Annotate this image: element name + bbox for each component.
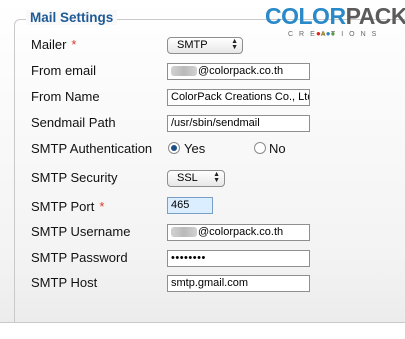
sendmail-path-label: Sendmail Path <box>31 115 116 130</box>
fieldset-legend: Mail Settings <box>26 10 118 25</box>
smtp-security-select-value: SSL <box>177 172 198 184</box>
smtp-auth-yes-radio[interactable] <box>168 142 180 154</box>
smtp-security-select[interactable]: SSL ▲ ▼ <box>167 170 225 187</box>
colorpack-logo: COLORPACK ●●●● CREATIONS <box>265 3 405 41</box>
smtp-auth-yes-label: Yes <box>184 141 206 156</box>
mailer-select[interactable]: SMTP ▲ ▼ <box>167 37 243 54</box>
smtp-host-label: SMTP Host <box>31 275 98 290</box>
logo-subtitle: CREATIONS <box>288 31 383 38</box>
logo-word-color: COLOR <box>265 3 346 29</box>
select-arrows-icon: ▲ ▼ <box>231 38 238 51</box>
smtp-port-input[interactable]: 465 <box>167 197 213 214</box>
mailer-select-value: SMTP <box>177 39 208 51</box>
smtp-security-label: SMTP Security <box>31 170 118 185</box>
required-mark: * <box>99 199 105 214</box>
from-email-input[interactable]: @colorpack.co.th <box>167 63 310 80</box>
panel-footer-divider <box>0 322 405 339</box>
smtp-auth-no-radio[interactable] <box>254 142 266 154</box>
smtp-password-label: SMTP Password <box>31 250 128 265</box>
smtp-auth-no-label: No <box>269 141 286 156</box>
select-arrows-icon: ▲ ▼ <box>213 171 220 184</box>
sendmail-path-input[interactable]: /usr/sbin/sendmail <box>167 115 310 132</box>
logo-word-pack: PACK <box>345 3 405 29</box>
smtp-password-input[interactable]: •••••••• <box>167 250 310 267</box>
smtp-port-label: SMTP Port * <box>31 199 105 214</box>
redacted-block <box>171 227 197 238</box>
smtp-username-label: SMTP Username <box>31 224 131 239</box>
required-mark: * <box>71 37 77 52</box>
from-email-label: From email <box>31 63 97 78</box>
from-name-input[interactable]: ColorPack Creations Co., Ltd <box>167 89 310 106</box>
smtp-host-input[interactable]: smtp.gmail.com <box>167 275 310 292</box>
from-name-label: From Name <box>31 89 100 104</box>
smtp-username-input[interactable]: @colorpack.co.th <box>167 224 310 241</box>
mailer-label: Mailer * <box>31 37 77 52</box>
redacted-block <box>171 66 197 77</box>
smtp-auth-label: SMTP Authentication <box>31 141 153 156</box>
